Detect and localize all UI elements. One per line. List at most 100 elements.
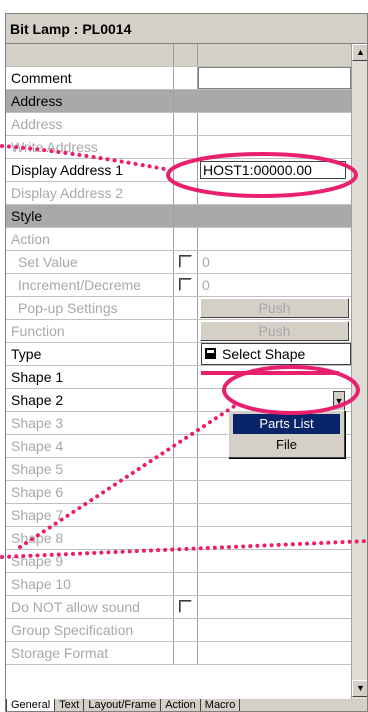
property-flag-cell [174, 228, 198, 250]
property-value[interactable] [198, 458, 351, 480]
property-row[interactable]: Shape 7 [6, 504, 351, 527]
property-value[interactable] [198, 619, 351, 641]
property-label: Address [6, 90, 174, 112]
property-label: Action [6, 228, 174, 250]
property-value[interactable] [198, 366, 351, 388]
property-row[interactable]: Function Push [6, 320, 351, 343]
property-row[interactable]: Increment/Decreme 0 [6, 274, 351, 297]
property-value[interactable] [198, 182, 351, 204]
property-flag-cell [174, 389, 198, 411]
property-flag-cell [174, 458, 198, 480]
property-value[interactable] [198, 90, 351, 112]
shape-popup-menu: Parts List File [228, 410, 345, 458]
property-flag-cell[interactable] [174, 251, 198, 273]
checkbox-icon[interactable] [179, 255, 192, 268]
header-row [6, 44, 351, 67]
checkbox-icon[interactable] [179, 278, 192, 291]
property-value[interactable] [198, 228, 351, 250]
property-value[interactable] [198, 527, 351, 549]
property-flag-cell [174, 297, 198, 319]
scroll-down-icon[interactable]: ▼ [352, 680, 367, 697]
property-row[interactable]: Shape 2 [6, 389, 351, 412]
property-label: Shape 4 [6, 435, 174, 457]
property-flag-cell [174, 435, 198, 457]
property-value[interactable] [198, 481, 351, 503]
tab-action[interactable]: Action [160, 699, 201, 711]
property-label: Type [6, 343, 174, 365]
property-flag-cell[interactable] [174, 596, 198, 618]
property-row[interactable]: Set Value 0 [6, 251, 351, 274]
property-row[interactable]: Write Address [6, 136, 351, 159]
select-shape-dropdown[interactable]: Select Shape [201, 343, 351, 365]
property-flag-cell [174, 136, 198, 158]
scroll-up-icon[interactable]: ▲ [352, 44, 367, 61]
property-label: Do NOT allow sound [6, 596, 174, 618]
property-value[interactable] [198, 550, 351, 572]
property-row[interactable]: Address [6, 113, 351, 136]
property-flag-cell [174, 619, 198, 641]
property-value[interactable] [198, 573, 351, 595]
property-value[interactable] [198, 113, 351, 135]
push-button[interactable]: Push [200, 298, 349, 318]
property-row[interactable]: Display Address 1 HOST1:00000.00 [6, 159, 351, 182]
property-row[interactable]: Shape 5 [6, 458, 351, 481]
menu-item-file[interactable]: File [233, 436, 340, 454]
property-value[interactable]: 0 [198, 251, 351, 273]
property-value[interactable] [198, 389, 351, 411]
property-label: Shape 1 [6, 366, 174, 388]
property-label: Comment [6, 67, 174, 89]
property-row[interactable]: Shape 6 [6, 481, 351, 504]
property-flag-cell [174, 159, 198, 181]
property-row[interactable]: Do NOT allow sound [6, 596, 351, 619]
tab-text[interactable]: Text [54, 699, 85, 711]
property-row: Style [6, 205, 351, 228]
property-row[interactable]: Shape 8 [6, 527, 351, 550]
property-row[interactable]: Shape 1 [6, 366, 351, 389]
window-title: Bit Lamp : PL0014 [6, 14, 367, 44]
shape-icon [205, 348, 216, 359]
property-value[interactable] [198, 67, 351, 89]
tab-general[interactable]: General [6, 699, 56, 711]
property-value[interactable] [198, 136, 351, 158]
property-button-cell[interactable]: Push [198, 320, 351, 342]
property-value[interactable] [198, 642, 351, 664]
tab-bar: General Text Layout/Frame Action Macro [6, 699, 367, 711]
property-row[interactable]: Pop-up Settings Push [6, 297, 351, 320]
tab-macro[interactable]: Macro [199, 699, 241, 711]
dropdown-arrow-icon[interactable]: ▼ [333, 391, 345, 411]
property-row[interactable]: Storage Format [6, 642, 351, 665]
property-label: Style [6, 205, 174, 227]
property-label: Write Address [6, 136, 174, 158]
property-value[interactable] [198, 596, 351, 618]
property-flag-cell [174, 412, 198, 434]
tab-layout-frame[interactable]: Layout/Frame [83, 699, 162, 711]
checkbox-icon[interactable] [179, 600, 192, 613]
property-label: Shape 8 [6, 527, 174, 549]
property-flag-cell [174, 113, 198, 135]
property-row[interactable]: Shape 10 [6, 573, 351, 596]
property-flag-cell[interactable] [174, 274, 198, 296]
property-row[interactable]: Comment [6, 67, 351, 90]
property-row[interactable]: Display Address 2 [6, 182, 351, 205]
property-value[interactable] [198, 504, 351, 526]
property-row[interactable]: Group Specification [6, 619, 351, 642]
property-row[interactable]: Action [6, 228, 351, 251]
property-row[interactable]: Shape 9 [6, 550, 351, 573]
property-label: Shape 2 [6, 389, 174, 411]
property-label: Shape 6 [6, 481, 174, 503]
display-address-field[interactable]: HOST1:00000.00 [200, 161, 346, 179]
property-grid: Comment Address Address Write Address Displa… [6, 44, 351, 699]
property-flag-cell [174, 504, 198, 526]
property-label: Address [6, 113, 174, 135]
menu-item-parts-list[interactable]: Parts List [233, 414, 340, 434]
property-label: Storage Format [6, 642, 174, 664]
property-value[interactable]: 0 [198, 274, 351, 296]
property-value[interactable] [198, 205, 351, 227]
vertical-scrollbar[interactable]: ▲ ▼ [351, 44, 367, 699]
push-button[interactable]: Push [200, 321, 349, 341]
property-label: Set Value [6, 251, 174, 273]
property-flag-cell [174, 366, 198, 388]
property-label: Pop-up Settings [6, 297, 174, 319]
property-button-cell[interactable]: Push [198, 297, 351, 319]
property-flag-cell [174, 573, 198, 595]
